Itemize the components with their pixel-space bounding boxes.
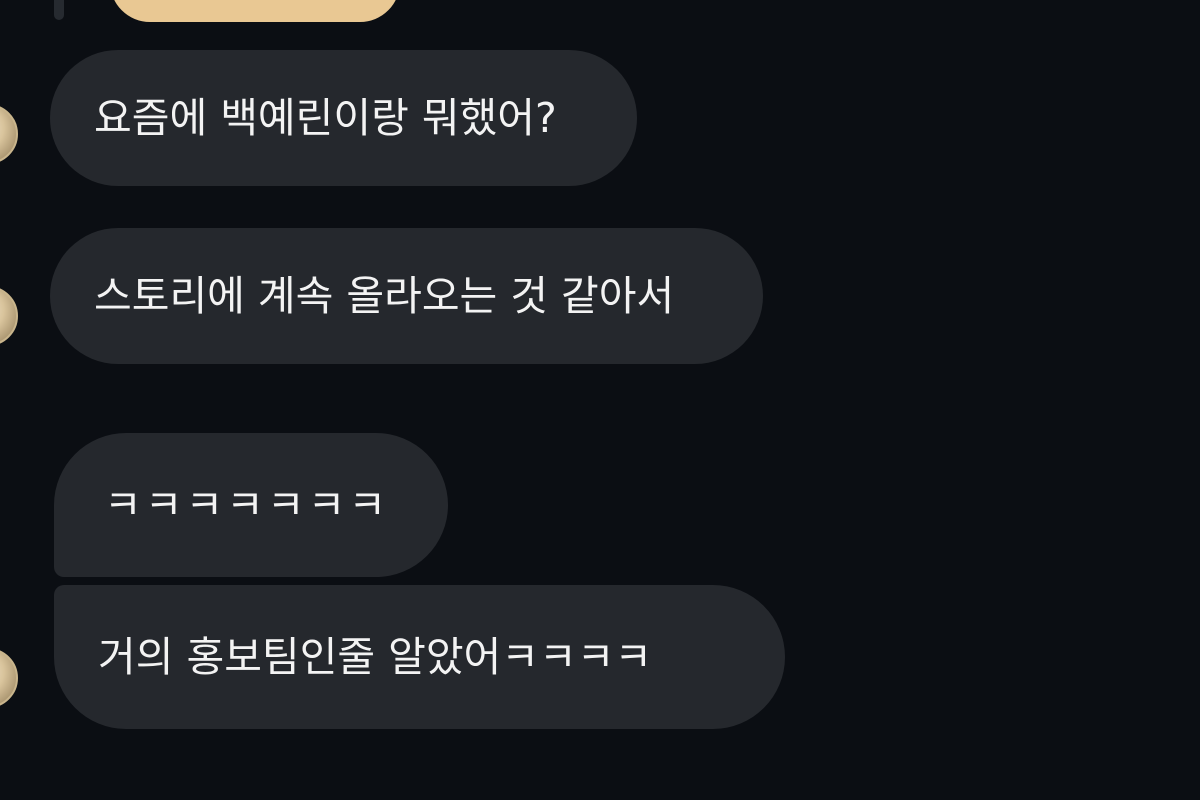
avatar[interactable] [0, 104, 18, 164]
message-bubble[interactable]: 거의 홍보팀인줄 알았어ㅋㅋㅋㅋ [54, 585, 785, 729]
sent-message-bubble[interactable] [110, 0, 400, 22]
chat-thread: 요즘에 백예린이랑 뭐했어? 스토리에 계속 올라오는 것 같아서 ㅋㅋㅋㅋㅋㅋ… [0, 0, 1200, 800]
message-text: 스토리에 계속 올라오는 것 같아서 [94, 271, 675, 320]
message-bubble[interactable]: 요즘에 백예린이랑 뭐했어? [50, 50, 637, 186]
avatar[interactable] [0, 286, 18, 346]
message-bubble[interactable]: 스토리에 계속 올라오는 것 같아서 [50, 228, 763, 364]
message-text: 거의 홍보팀인줄 알았어ㅋㅋㅋㅋ [98, 632, 653, 681]
message-bubble[interactable]: ㅋㅋㅋㅋㅋㅋㅋ [54, 433, 448, 577]
message-text: ㅋㅋㅋㅋㅋㅋㅋ [104, 480, 390, 529]
avatar[interactable] [0, 648, 18, 708]
reply-thread-line [54, 0, 64, 20]
message-text: 요즘에 백예린이랑 뭐했어? [94, 93, 557, 142]
